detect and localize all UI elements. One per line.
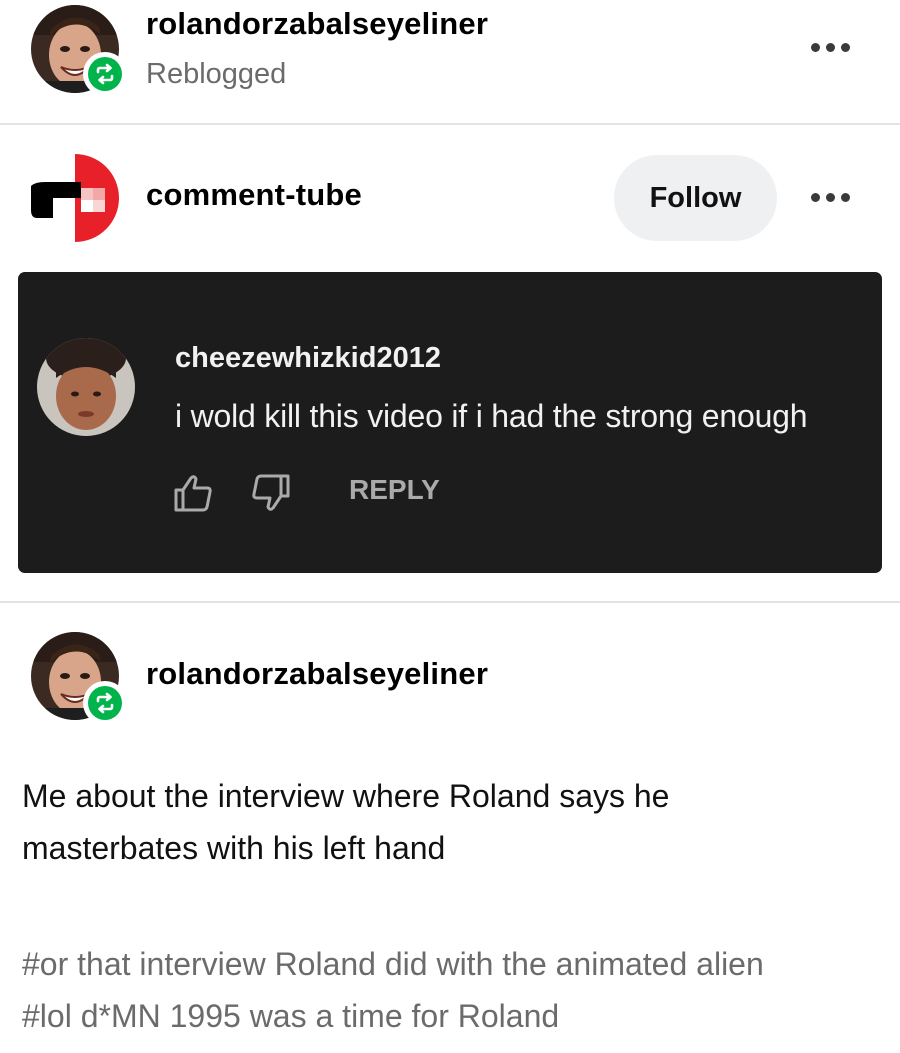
- post-divider: [0, 601, 900, 603]
- follow-button[interactable]: Follow: [614, 155, 777, 241]
- source-username[interactable]: comment-tube: [146, 177, 362, 213]
- comment-text: i wold kill this video if i had the stro…: [175, 398, 808, 434]
- commenter-avatar: [37, 338, 135, 436]
- more-dots-icon[interactable]: [811, 193, 850, 202]
- post-body-line: Me about the interview where Roland says…: [22, 778, 670, 814]
- comment-tube-logo-icon[interactable]: [31, 154, 121, 242]
- commenter-username: cheezewhizkid2012: [175, 342, 441, 374]
- reblog-post-username[interactable]: rolandorzabalseyeliner: [146, 656, 488, 692]
- reblogged-status: Reblogged: [146, 58, 287, 90]
- reblog-badge: [83, 681, 127, 725]
- reblog-icon: [88, 57, 122, 91]
- post-body-text: Me about the interview where Roland says…: [22, 770, 882, 874]
- tag-link[interactable]: #lol d*MN 1995 was a time for Roland: [22, 990, 882, 1042]
- tag-link[interactable]: #or that interview Roland did with the a…: [22, 938, 882, 990]
- post-tags: #or that interview Roland did with the a…: [22, 938, 882, 1042]
- thumbs-down-icon[interactable]: [250, 473, 292, 513]
- reblog-icon: [88, 686, 122, 720]
- post-body-line: masterbates with his left hand: [22, 830, 446, 866]
- reblog-badge: [83, 52, 127, 96]
- thumbs-up-icon[interactable]: [172, 473, 214, 513]
- more-dots-icon[interactable]: [811, 43, 850, 52]
- reply-button[interactable]: REPLY: [349, 474, 440, 506]
- reblogger-username[interactable]: rolandorzabalseyeliner: [146, 6, 488, 42]
- header-divider: [0, 123, 900, 125]
